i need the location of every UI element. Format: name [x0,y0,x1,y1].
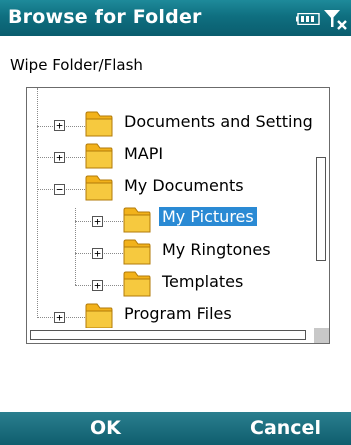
collapse-toggle[interactable]: − [54,184,65,195]
expand-toggle[interactable]: + [54,120,65,131]
tree-item-label: My Ringtones [162,240,271,259]
tree-item-label: Documents and Setting [124,112,313,131]
vertical-scrollbar[interactable] [314,89,329,343]
folder-icon [123,207,151,233]
tree-item-label-selected: My Pictures [159,207,257,226]
folder-icon [85,143,113,169]
horizontal-scrollbar[interactable] [28,328,314,343]
tree-item-label: My Documents [124,176,244,195]
tree-connector [37,88,38,318]
folder-icon [123,239,151,265]
expand-toggle[interactable]: + [54,312,65,323]
cancel-softkey[interactable]: Cancel [250,417,321,439]
folder-icon [85,111,113,137]
tree-connector [75,208,76,285]
folder-icon [85,175,113,201]
soft-key-bar: OK Cancel [0,412,351,445]
folder-icon [85,303,113,329]
window-title: Browse for Folder [8,6,202,28]
battery-icon [296,13,320,25]
scrollbar-corner [314,328,329,343]
tree-item-label: MAPI [124,144,164,163]
tree-item-label: Program Files [124,304,232,323]
expand-toggle[interactable]: + [92,216,103,227]
vertical-scroll-thumb[interactable] [316,157,326,261]
signal-off-icon [324,10,347,30]
expand-toggle[interactable]: + [92,248,103,259]
folder-icon [123,271,151,297]
expand-toggle[interactable]: + [54,152,65,163]
expand-toggle[interactable]: + [92,280,103,291]
horizontal-scroll-thumb[interactable] [30,330,306,340]
tree-item-label: Templates [162,272,244,291]
folder-tree[interactable]: + Documents and Setting + MAPI − My Docu… [26,87,330,344]
path-label: Wipe Folder/Flash [10,56,143,74]
ok-softkey[interactable]: OK [90,417,121,439]
title-bar: Browse for Folder [0,0,351,36]
